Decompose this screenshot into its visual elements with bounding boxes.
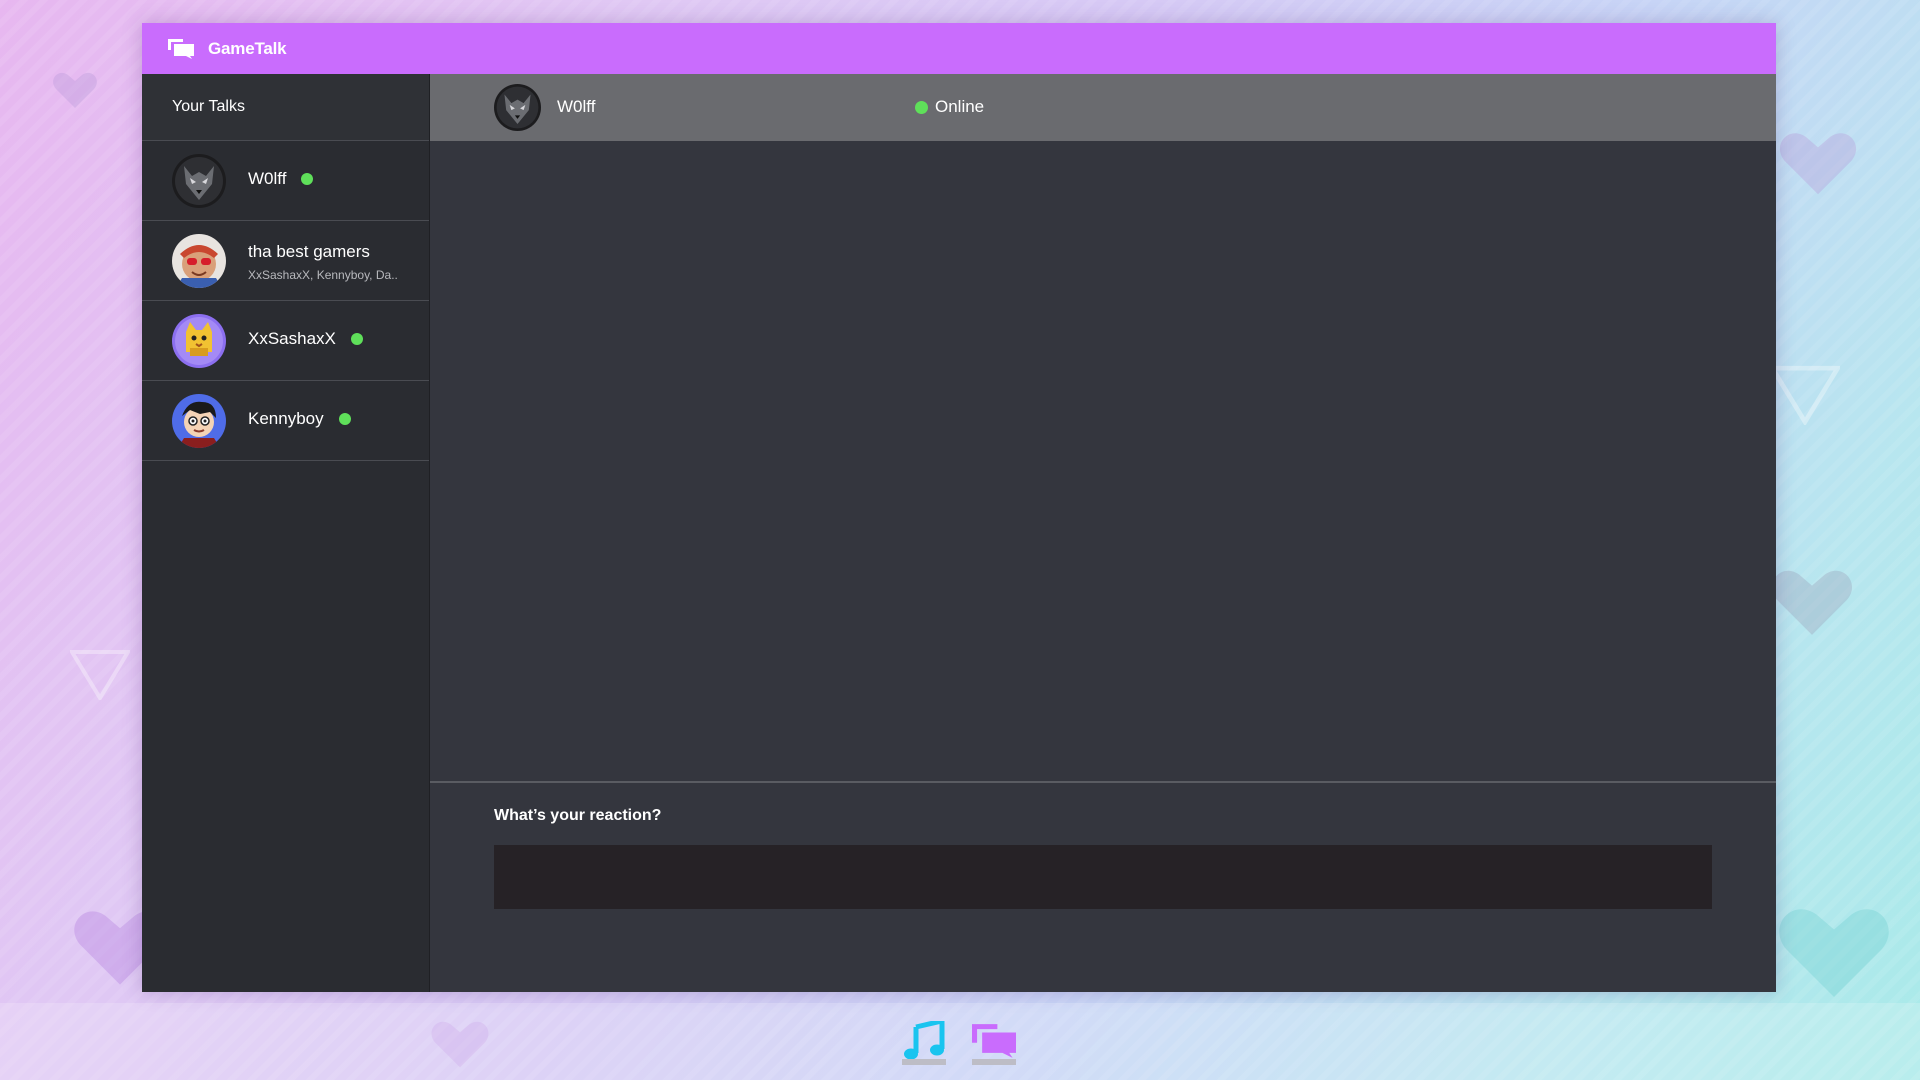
music-note-icon: [904, 1017, 945, 1060]
talk-item-tha-best-gamers[interactable]: tha best gamers XxSashaxX, Kennyboy, Da.…: [142, 221, 429, 301]
cat-avatar: [172, 314, 226, 368]
talk-name: Kennyboy: [248, 409, 324, 428]
composer: What’s your reaction?: [430, 783, 1776, 992]
status-text: Online: [935, 97, 985, 116]
online-indicator: [338, 413, 351, 425]
gametalk-window: GameTalk Your Talks W0lff tha best gamer…: [142, 23, 1776, 992]
chat-bubbles-icon: [168, 39, 194, 59]
triangle-decoration: [1770, 365, 1840, 425]
chat-contact-name: W0lff: [557, 97, 596, 116]
desktop: GameTalk Your Talks W0lff tha best gamer…: [0, 0, 1920, 1080]
talk-name: XxSashaxX: [248, 329, 336, 348]
online-indicator: [915, 100, 928, 114]
heart-decoration: [1779, 909, 1889, 997]
gametalk-taskbar-button[interactable]: [972, 1021, 1016, 1065]
chat-header: W0lff Online: [430, 74, 1776, 141]
triangle-decoration: [70, 650, 130, 700]
taskbar-indicator: [902, 1059, 946, 1065]
talk-item-kennyboy[interactable]: Kennyboy: [142, 381, 429, 461]
taskbar-indicator: [972, 1059, 1016, 1065]
message-area[interactable]: [430, 141, 1776, 783]
online-indicator: [350, 333, 363, 345]
taskbar: [0, 1003, 1920, 1080]
title-bar: GameTalk: [142, 23, 1776, 74]
heart-decoration: [53, 72, 97, 108]
talk-item-xxsashaxx[interactable]: XxSashaxX: [142, 301, 429, 381]
talks-sidebar: Your Talks W0lff tha best gamers XxSasha…: [142, 74, 430, 992]
wolf-avatar: [494, 84, 541, 131]
sidebar-title: Your Talks: [172, 98, 245, 115]
group-avatar: [172, 234, 226, 288]
app-title: GameTalk: [208, 39, 287, 58]
heart-decoration: [1771, 570, 1853, 635]
composer-label: What’s your reaction?: [494, 807, 662, 824]
online-indicator: [301, 173, 314, 185]
sidebar-header: Your Talks: [142, 74, 429, 141]
chat-bubbles-icon: [972, 1024, 1016, 1058]
talk-name: W0lff: [248, 169, 287, 188]
talk-item-w0lff[interactable]: W0lff: [142, 141, 429, 221]
wolf-avatar: [172, 154, 226, 208]
talk-members: XxSashaxX, Kennyboy, Da..: [248, 268, 398, 282]
cartoon-boy-avatar: [172, 394, 226, 448]
reaction-input[interactable]: [494, 845, 1712, 909]
status-indicator: Online: [915, 97, 984, 117]
heart-decoration: [1779, 133, 1857, 195]
talk-name: tha best gamers: [248, 242, 370, 261]
music-taskbar-button[interactable]: [902, 1017, 946, 1065]
